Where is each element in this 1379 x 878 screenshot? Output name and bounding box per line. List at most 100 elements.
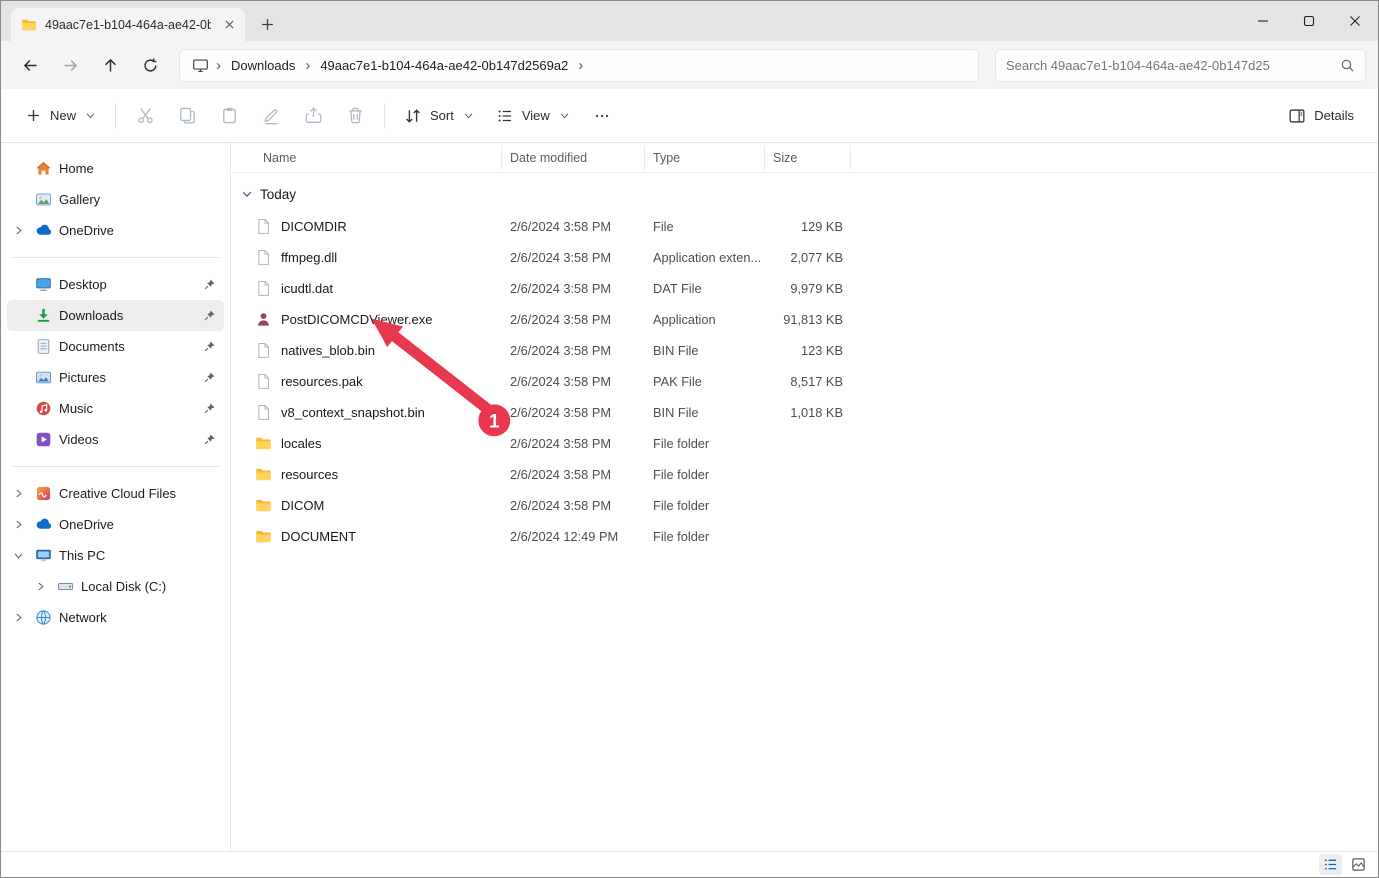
- sidebar-item-label: Gallery: [59, 192, 216, 207]
- file-date-modified: 2/6/2024 3:58 PM: [502, 343, 645, 358]
- forward-icon[interactable]: [53, 48, 87, 82]
- file-row-dicomdir[interactable]: DICOMDIR2/6/2024 3:58 PMFile129 KB: [231, 211, 1378, 242]
- sidebar-item-downloads[interactable]: Downloads: [7, 300, 224, 331]
- sort-button[interactable]: Sort: [394, 99, 484, 133]
- toolbar-separator: [384, 103, 385, 129]
- file-list-pane: Name Date modified Type Size Today DICOM…: [231, 143, 1378, 851]
- sidebar-item-desktop[interactable]: Desktop: [7, 269, 224, 300]
- search-input[interactable]: [1006, 58, 1332, 73]
- file-row-dicom[interactable]: DICOM2/6/2024 3:58 PMFile folder: [231, 490, 1378, 521]
- sidebar-item-home[interactable]: Home: [7, 153, 224, 184]
- up-icon[interactable]: [93, 48, 127, 82]
- pin-icon: [203, 371, 216, 384]
- search-icon[interactable]: [1340, 58, 1355, 73]
- chevron-down-icon[interactable]: [9, 550, 28, 561]
- file-date-modified: 2/6/2024 3:58 PM: [502, 281, 645, 296]
- file-icon: [255, 342, 272, 359]
- breadcrumb-current-folder[interactable]: 49aac7e1-b104-464a-ae42-0b147d2569a2: [313, 54, 575, 77]
- chevron-right-icon[interactable]: [31, 581, 50, 592]
- sidebar-item-onedrive[interactable]: OneDrive: [7, 509, 224, 540]
- delete-button[interactable]: [335, 97, 375, 135]
- new-button[interactable]: New: [15, 99, 106, 132]
- pictures-icon: [32, 369, 55, 386]
- folder-icon: [255, 435, 272, 452]
- back-icon[interactable]: [13, 48, 47, 82]
- file-row-resources-pak[interactable]: resources.pak2/6/2024 3:58 PMPAK File8,5…: [231, 366, 1378, 397]
- home-icon: [32, 160, 55, 177]
- close-button[interactable]: [1332, 1, 1378, 41]
- file-icon: [255, 373, 272, 390]
- refresh-icon[interactable]: [133, 48, 167, 82]
- column-headers: Name Date modified Type Size: [231, 143, 1378, 173]
- minimize-button[interactable]: [1240, 1, 1286, 41]
- file-name: resources: [281, 467, 338, 482]
- view-icon: [496, 107, 514, 125]
- file-row-v8-context-snapshot-bin[interactable]: v8_context_snapshot.bin2/6/2024 3:58 PMB…: [231, 397, 1378, 428]
- details-view-toggle-icon[interactable]: [1319, 854, 1342, 875]
- cut-button[interactable]: [125, 97, 165, 135]
- sidebar-item-this-pc[interactable]: This PC: [7, 540, 224, 571]
- file-date-modified: 2/6/2024 3:58 PM: [502, 374, 645, 389]
- videos-icon: [32, 431, 55, 448]
- more-options-button[interactable]: [582, 97, 622, 135]
- sidebar-item-pictures[interactable]: Pictures: [7, 362, 224, 393]
- thumbnail-view-toggle-icon[interactable]: [1347, 854, 1370, 875]
- sidebar-item-documents[interactable]: Documents: [7, 331, 224, 362]
- file-row-natives-blob-bin[interactable]: natives_blob.bin2/6/2024 3:58 PMBIN File…: [231, 335, 1378, 366]
- breadcrumb-chevron-icon[interactable]: ›: [304, 58, 311, 73]
- sidebar-item-label: Music: [59, 401, 199, 416]
- sidebar-item-gallery[interactable]: Gallery: [7, 184, 224, 215]
- sidebar-item-videos[interactable]: Videos: [7, 424, 224, 455]
- sidebar-item-local-disk-c[interactable]: Local Disk (C:): [29, 571, 224, 602]
- rename-button[interactable]: [251, 97, 291, 135]
- file-row-resources[interactable]: resources2/6/2024 3:58 PMFile folder: [231, 459, 1378, 490]
- sidebar-item-network[interactable]: Network: [7, 602, 224, 633]
- sidebar-separator: [11, 466, 220, 467]
- group-header-today[interactable]: Today: [231, 179, 1378, 209]
- file-date-modified: 2/6/2024 3:58 PM: [502, 405, 645, 420]
- explorer-tab[interactable]: 49aac7e1-b104-464a-ae42-0b1: [11, 8, 245, 41]
- breadcrumb-chevron-icon[interactable]: ›: [215, 58, 222, 73]
- address-bar[interactable]: › Downloads › 49aac7e1-b104-464a-ae42-0b…: [179, 49, 979, 82]
- search-box[interactable]: [995, 49, 1366, 82]
- view-button[interactable]: View: [486, 99, 580, 133]
- column-header-name[interactable]: Name: [231, 146, 502, 170]
- file-row-ffmpeg-dll[interactable]: ffmpeg.dll2/6/2024 3:58 PMApplication ex…: [231, 242, 1378, 273]
- column-header-type[interactable]: Type: [645, 146, 765, 170]
- file-row-document[interactable]: DOCUMENT2/6/2024 12:49 PMFile folder: [231, 521, 1378, 552]
- column-header-size[interactable]: Size: [765, 146, 851, 170]
- file-row-postdicomcdviewer-exe[interactable]: PostDICOMCDViewer.exe2/6/2024 3:58 PMApp…: [231, 304, 1378, 335]
- paste-button[interactable]: [209, 97, 249, 135]
- breadcrumb-chevron-icon[interactable]: ›: [577, 58, 584, 73]
- chevron-right-icon[interactable]: [9, 225, 28, 236]
- file-date-modified: 2/6/2024 3:58 PM: [502, 219, 645, 234]
- file-size: 1,018 KB: [765, 405, 851, 420]
- sidebar-item-label: Documents: [59, 339, 199, 354]
- file-size: 123 KB: [765, 343, 851, 358]
- details-button[interactable]: Details: [1278, 99, 1364, 133]
- chevron-down-icon[interactable]: [241, 188, 253, 200]
- music-icon: [32, 400, 55, 417]
- plus-icon: [25, 107, 42, 124]
- this-pc-monitor-icon[interactable]: [188, 57, 213, 74]
- file-row-locales[interactable]: locales2/6/2024 3:58 PMFile folder: [231, 428, 1378, 459]
- toolbar-right: Details: [1278, 99, 1364, 133]
- local-disk-icon: [54, 578, 77, 595]
- chevron-right-icon[interactable]: [9, 612, 28, 623]
- tab-close-icon[interactable]: [219, 15, 239, 35]
- maximize-button[interactable]: [1286, 1, 1332, 41]
- file-row-icudtl-dat[interactable]: icudtl.dat2/6/2024 3:58 PMDAT File9,979 …: [231, 273, 1378, 304]
- file-name-cell: DOCUMENT: [231, 528, 502, 545]
- file-type: File folder: [645, 467, 765, 482]
- new-tab-button[interactable]: [253, 10, 281, 38]
- column-header-date-modified[interactable]: Date modified: [502, 146, 645, 170]
- breadcrumb-downloads[interactable]: Downloads: [224, 54, 302, 77]
- sidebar-item-creative-cloud-files[interactable]: Creative Cloud Files: [7, 478, 224, 509]
- copy-button[interactable]: [167, 97, 207, 135]
- chevron-right-icon[interactable]: [9, 488, 28, 499]
- sidebar-item-music[interactable]: Music: [7, 393, 224, 424]
- share-button[interactable]: [293, 97, 333, 135]
- chevron-right-icon[interactable]: [9, 519, 28, 530]
- sidebar-item-onedrive[interactable]: OneDrive: [7, 215, 224, 246]
- sidebar-separator: [11, 257, 220, 258]
